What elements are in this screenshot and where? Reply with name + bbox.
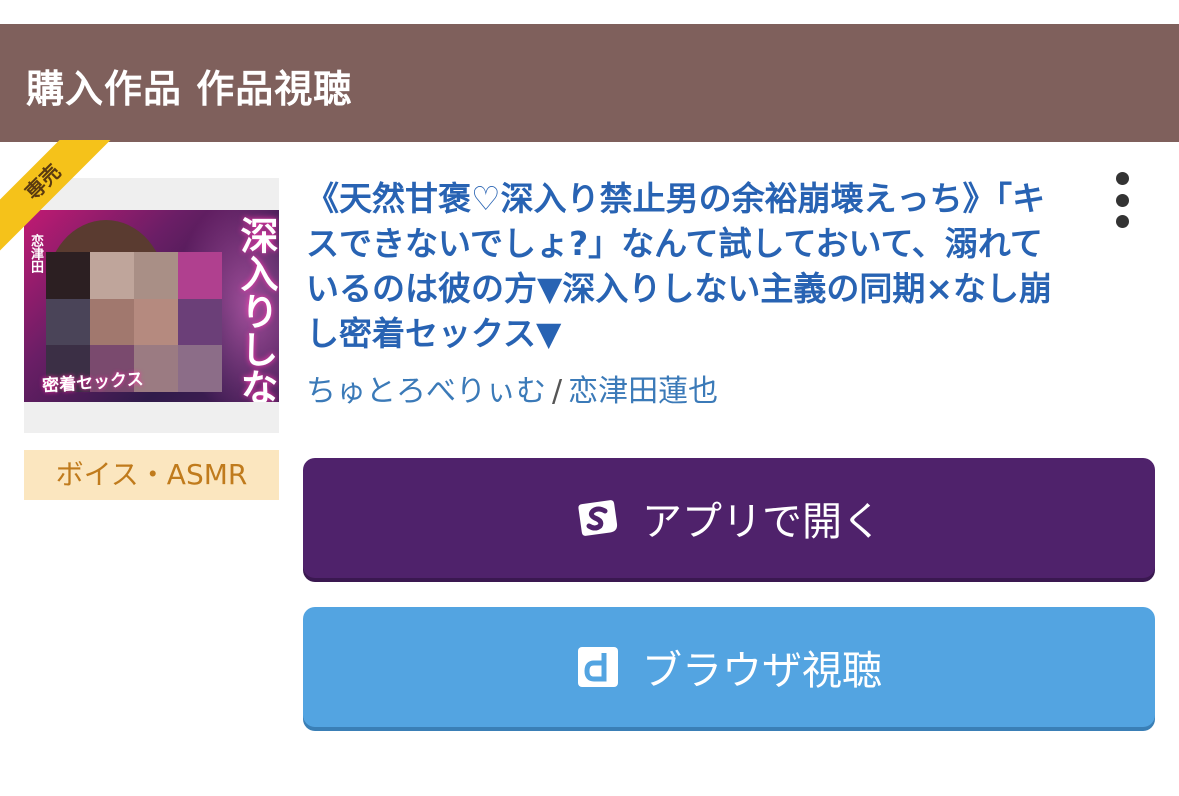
more-dot [1115,215,1129,228]
more-vertical-icon [1115,172,1129,185]
category-tag: ボイス・ASMR [24,450,279,500]
circle-link[interactable]: ちゅとろべりぃむ [306,374,546,409]
exclusive-badge-container: 専売 [0,140,130,270]
browser-d-icon [578,647,618,687]
voice-actor-link[interactable]: 恋津田蓮也 [568,374,718,409]
cover-title-text: 深入りしない主義 [234,216,278,402]
product-title[interactable]: 《天然甘褒♡深入り禁止男の余裕崩壊えっち》「キスできないでしょ?」なんて試してお… [306,176,1066,356]
browser-play-label: ブラウザ視聴 [642,648,882,694]
more-dot [1115,193,1129,207]
credits-separator: / [552,374,563,409]
more-options-button[interactable] [1100,172,1144,228]
app-logo-icon [578,500,618,536]
page-title: 購入作品 作品視聴 [26,67,353,111]
page-header: 購入作品 作品視聴 [0,24,1179,142]
open-in-app-button[interactable]: アプリで開く [303,458,1155,578]
browser-play-button[interactable]: ブラウザ視聴 [303,607,1155,727]
exclusive-badge: 専売 [0,140,116,255]
product-credits: ちゅとろべりぃむ / 恋津田蓮也 [306,366,718,410]
open-in-app-label: アプリで開く [642,499,882,545]
